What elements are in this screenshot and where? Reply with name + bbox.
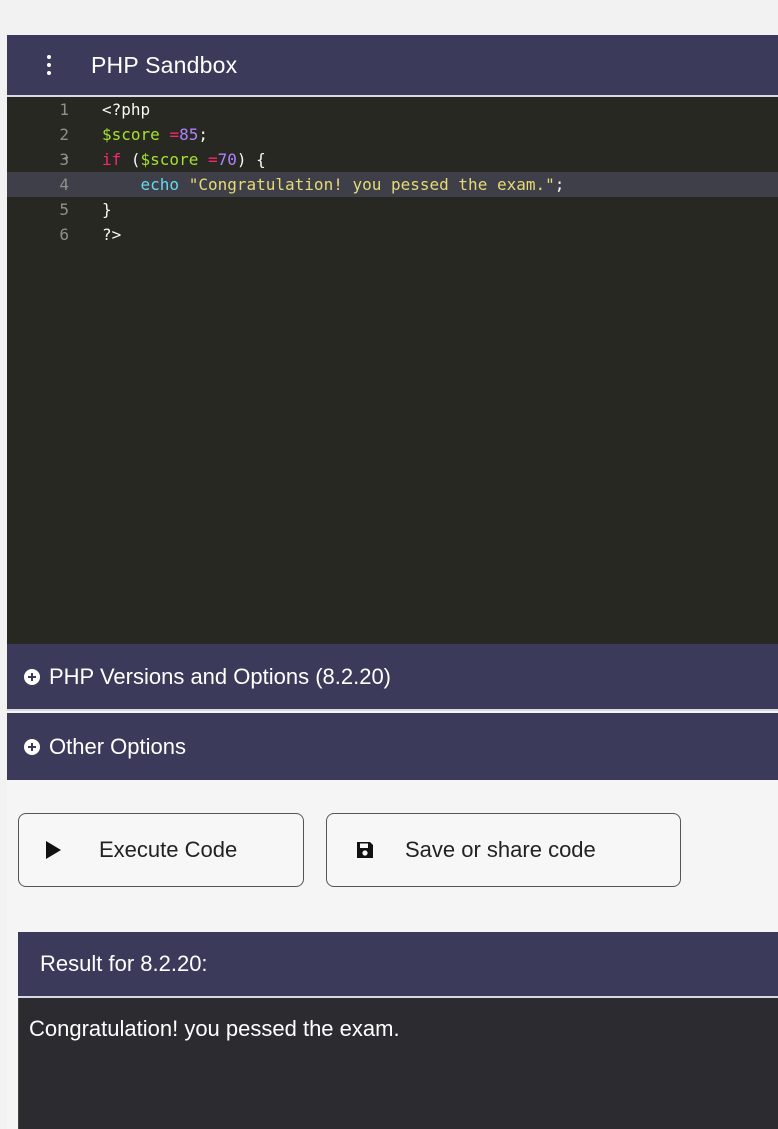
plus-circle-icon [24,738,40,755]
line-number: 6 [59,225,69,244]
save-share-button[interactable]: Save or share code [326,813,681,887]
code-text: echo "Congratulation! you pessed the exa… [140,175,565,194]
button-label: Save or share code [405,837,596,862]
sandbox-panel: PHP Sandbox 1 <?php 2 $score =85; 3 ▾ if … [7,35,778,1129]
button-label: Execute Code [99,837,238,862]
code-text: } [102,200,112,219]
code-editor[interactable]: 1 <?php 2 $score =85; 3 ▾ if ($score =70)… [7,97,778,671]
result-output: Congratulation! you pessed the exam. [18,998,778,1129]
accordion-label: Other Options [49,733,186,759]
execute-code-button[interactable]: Execute Code [18,813,304,887]
code-line[interactable]: 6 ?> [7,222,778,247]
code-line[interactable]: 5 } [7,197,778,222]
code-text: ?> [102,225,122,244]
accordion-label: PHP Versions and Options (8.2.20) [49,663,392,689]
plus-circle-icon [24,668,40,685]
sandbox-header: PHP Sandbox [7,35,778,97]
app-frame: PHP Sandbox 1 <?php 2 $score =85; 3 ▾ if … [0,0,778,1129]
kebab-menu-icon[interactable] [39,55,59,75]
result-title: Result for 8.2.20: [40,951,208,976]
code-line[interactable]: 1 <?php [7,97,778,122]
play-icon [46,841,61,859]
line-number: 1 [59,100,69,119]
code-line[interactable]: 2 $score =85; [7,122,778,147]
line-number: 4 [59,175,69,194]
line-number: 5 [59,200,69,219]
fold-arrow-icon[interactable]: ▾ [63,146,70,171]
result-text: Congratulation! you pessed the exam. [29,1016,400,1041]
result-header: Result for 8.2.20: [18,932,778,998]
floppy-disk-icon [357,842,373,858]
code-text: if ($score =70) { [102,150,266,169]
code-text: <?php [102,100,151,119]
page-title: PHP Sandbox [91,51,238,78]
php-versions-accordion[interactable]: PHP Versions and Options (8.2.20) [7,644,778,711]
code-text: $score =85; [102,125,208,144]
line-number: 2 [59,125,69,144]
line-number: 3 ▾ [7,147,69,172]
code-line[interactable]: 3 ▾ if ($score =70) { [7,147,778,172]
other-options-accordion[interactable]: Other Options [7,713,778,780]
code-line-active[interactable]: 4 echo "Congratulation! you pessed the e… [7,172,778,197]
